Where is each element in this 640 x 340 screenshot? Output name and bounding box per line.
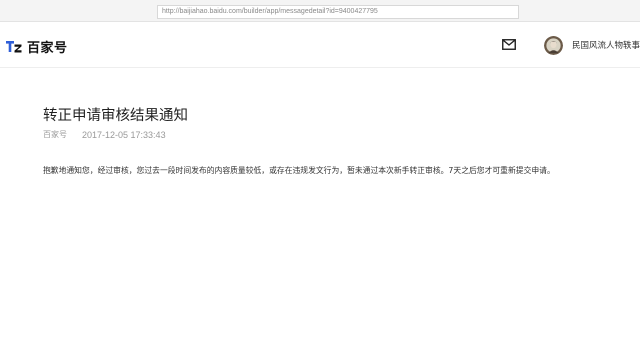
article-meta: 百家号 2017-12-05 17:33:43 [43, 129, 166, 140]
message-body: 抱歉地通知您，经过审核，您过去一段时间发布的内容质量较低，或存在违规发文行为，暂… [43, 166, 555, 175]
page-title: 转正申请审核结果通知 [43, 108, 188, 124]
address-bar[interactable]: http://baijiahao.baidu.com/builder/app/m… [157, 5, 519, 19]
logo-mark-icon [6, 41, 22, 53]
browser-toolbar: http://baijiahao.baidu.com/builder/app/m… [0, 0, 640, 22]
author-label: 百家号 [43, 130, 67, 139]
envelope-icon[interactable] [502, 39, 516, 50]
avatar [544, 35, 563, 55]
logo-text: 百家号 [27, 40, 68, 56]
account-name: 民国风流人物轶事 [572, 41, 640, 51]
publish-time: 2017-12-05 17:33:43 [82, 129, 166, 140]
site-header: 百家号 民国风流人物轶事 [0, 22, 640, 68]
baijiahao-logo[interactable]: 百家号 [6, 36, 68, 56]
account-menu[interactable]: 民国风流人物轶事 [544, 35, 640, 55]
